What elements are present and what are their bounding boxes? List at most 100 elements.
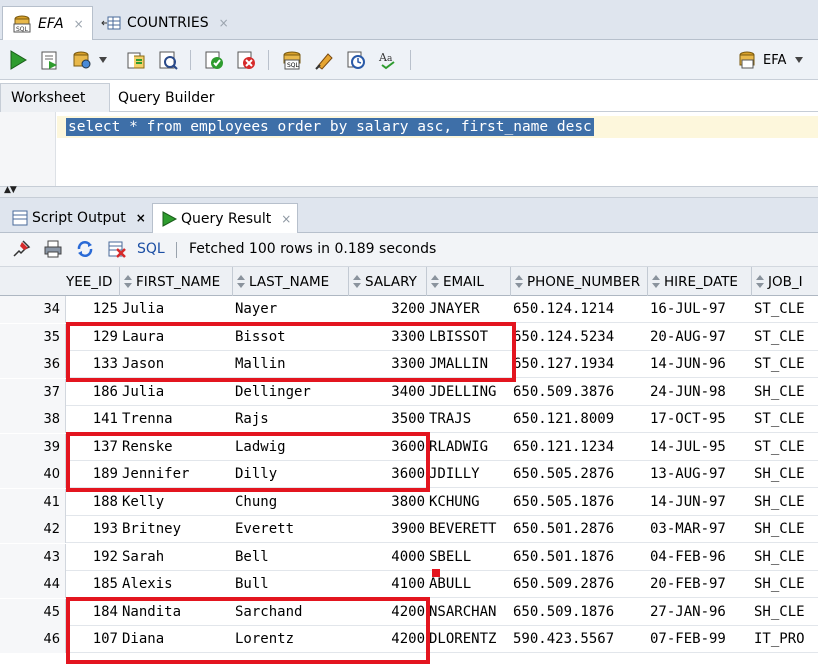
table-row[interactable]: 38 141 Trenna Rajs 3500 TRAJS 650.121.8009 17-O…	[0, 406, 818, 433]
employee-id-cell[interactable]: 141	[66, 406, 120, 433]
connection-select[interactable]: EFA	[730, 46, 816, 74]
phone-number-cell[interactable]: 650.121.8009	[511, 406, 648, 433]
salary-cell[interactable]: 3600	[349, 434, 427, 461]
first-name-cell[interactable]: Diana	[120, 626, 233, 653]
phone-number-cell[interactable]: 650.509.2876	[511, 571, 648, 598]
job-id-cell[interactable]: SH_CLE	[752, 516, 818, 543]
first-name-cell[interactable]: Nandita	[120, 599, 233, 626]
commit-icon[interactable]	[202, 48, 226, 72]
salary-cell[interactable]: 4000	[349, 544, 427, 571]
salary-cell[interactable]: 3200	[349, 296, 427, 323]
table-row[interactable]: 34 125 Julia Nayer 3200 JNAYER 650.124.1214 16-…	[0, 296, 818, 323]
phone-number-cell[interactable]: 650.121.1234	[511, 434, 648, 461]
last-name-cell[interactable]: Dilly	[233, 461, 349, 488]
employee-id-cell[interactable]: 129	[66, 324, 120, 351]
row-number-cell[interactable]: 37	[0, 378, 66, 406]
email-cell[interactable]: JDELLING	[427, 379, 511, 406]
hire-date-cell[interactable]: 14-JUN-97	[648, 489, 752, 516]
employee-id-cell[interactable]: 186	[66, 379, 120, 406]
pin-icon[interactable]	[10, 238, 32, 260]
job-id-cell[interactable]: SH_CLE	[752, 571, 818, 598]
email-cell[interactable]: SBELL	[427, 544, 511, 571]
salary-cell[interactable]: 3500	[349, 406, 427, 433]
phone-number-cell[interactable]: 650.124.1214	[511, 296, 648, 323]
refresh-icon[interactable]	[74, 238, 96, 260]
phone-number-cell[interactable]: 650.124.5234	[511, 324, 648, 351]
row-number-cell[interactable]: 43	[0, 543, 66, 571]
run-statement-icon[interactable]	[6, 48, 30, 72]
column-header-hire-date[interactable]: HIRE_DATE	[648, 267, 752, 296]
export-icon[interactable]	[106, 238, 128, 260]
email-cell[interactable]: DLORENTZ	[427, 626, 511, 653]
sql-link[interactable]: SQL	[137, 241, 165, 257]
row-number-cell[interactable]: 39	[0, 433, 66, 461]
table-row[interactable]: 37 186 Julia Dellinger 3400 JDELLING 650.509.3…	[0, 378, 818, 406]
table-row[interactable]: 42 193 Britney Everett 3900 BEVERETT 650.501.2…	[0, 516, 818, 543]
file-tab-efa[interactable]: SQL EFA ×	[2, 6, 93, 40]
hire-date-cell[interactable]: 04-FEB-96	[648, 544, 752, 571]
editor-splitter[interactable]: ▲▼	[0, 185, 818, 198]
first-name-cell[interactable]: Julia	[120, 379, 233, 406]
hire-date-cell[interactable]: 14-JUL-95	[648, 434, 752, 461]
first-name-cell[interactable]: Kelly	[120, 489, 233, 516]
first-name-cell[interactable]: Renske	[120, 434, 233, 461]
column-header-phone-number[interactable]: PHONE_NUMBER	[511, 267, 648, 296]
last-name-cell[interactable]: Mallin	[233, 351, 349, 378]
column-header-last-name[interactable]: LAST_NAME	[233, 267, 349, 296]
hire-date-cell[interactable]: 17-OCT-95	[648, 406, 752, 433]
row-number-cell[interactable]: 36	[0, 351, 66, 378]
row-number-cell[interactable]: 45	[0, 598, 66, 626]
first-name-cell[interactable]: Britney	[120, 516, 233, 543]
sql-tuning-icon[interactable]	[156, 48, 180, 72]
salary-cell[interactable]: 3400	[349, 379, 427, 406]
table-row[interactable]: 43 192 Sarah Bell 4000 SBELL 650.501.1876 04-FE…	[0, 543, 818, 571]
employee-id-cell[interactable]: 193	[66, 516, 120, 543]
close-tab-icon[interactable]: ×	[136, 211, 146, 225]
hire-date-cell[interactable]: 13-AUG-97	[648, 461, 752, 488]
column-header-email[interactable]: EMAIL	[427, 267, 511, 296]
phone-number-cell[interactable]: 650.127.1934	[511, 351, 648, 378]
rollback-icon[interactable]	[234, 48, 258, 72]
history-icon[interactable]	[344, 48, 368, 72]
job-id-cell[interactable]: SH_CLE	[752, 461, 818, 488]
salary-cell[interactable]: 3300	[349, 351, 427, 378]
last-name-cell[interactable]: Rajs	[233, 406, 349, 433]
last-name-cell[interactable]: Bull	[233, 571, 349, 598]
hire-date-cell[interactable]: 03-MAR-97	[648, 516, 752, 543]
job-id-cell[interactable]: ST_CLE	[752, 351, 818, 378]
unshared-worksheet-icon[interactable]: SQL	[280, 48, 304, 72]
first-name-cell[interactable]: Alexis	[120, 571, 233, 598]
first-name-cell[interactable]: Jason	[120, 351, 233, 378]
column-header-employee-id[interactable]: YEE_ID	[0, 267, 120, 296]
hire-date-cell[interactable]: 07-FEB-99	[648, 626, 752, 653]
row-number-cell[interactable]: 34	[0, 296, 66, 323]
hire-date-cell[interactable]: 20-FEB-97	[648, 571, 752, 598]
column-header-job-id[interactable]: JOB_I	[752, 267, 818, 296]
autotrace-icon[interactable]	[70, 48, 94, 72]
job-id-cell[interactable]: ST_CLE	[752, 406, 818, 433]
explain-plan-icon[interactable]	[124, 48, 148, 72]
row-number-cell[interactable]: 35	[0, 323, 66, 351]
first-name-cell[interactable]: Julia	[120, 296, 233, 323]
first-name-cell[interactable]: Sarah	[120, 544, 233, 571]
file-tab-countries[interactable]: COUNTRIES ×	[92, 6, 237, 40]
phone-number-cell[interactable]: 650.501.1876	[511, 544, 648, 571]
phone-number-cell[interactable]: 650.509.3876	[511, 379, 648, 406]
close-tab-icon[interactable]: ×	[219, 16, 229, 30]
table-row[interactable]: 46 107 Diana Lorentz 4200 DLORENTZ 590.423.556…	[0, 626, 818, 653]
email-cell[interactable]: BEVERETT	[427, 516, 511, 543]
phone-number-cell[interactable]: 650.505.2876	[511, 461, 648, 488]
row-number-cell[interactable]: 40	[0, 461, 66, 488]
email-cell[interactable]: JNAYER	[427, 296, 511, 323]
run-script-icon[interactable]	[38, 48, 62, 72]
table-row[interactable]: 35 129 Laura Bissot 3300 LBISSOT 650.124.5234 2…	[0, 323, 818, 351]
email-cell[interactable]: RLADWIG	[427, 434, 511, 461]
salary-cell[interactable]: 4200	[349, 626, 427, 653]
first-name-cell[interactable]: Laura	[120, 324, 233, 351]
phone-number-cell[interactable]: 650.501.2876	[511, 516, 648, 543]
last-name-cell[interactable]: Everett	[233, 516, 349, 543]
job-id-cell[interactable]: SH_CLE	[752, 599, 818, 626]
format-icon[interactable]: Aa	[376, 48, 400, 72]
hire-date-cell[interactable]: 24-JUN-98	[648, 379, 752, 406]
email-cell[interactable]: LBISSOT	[427, 324, 511, 351]
